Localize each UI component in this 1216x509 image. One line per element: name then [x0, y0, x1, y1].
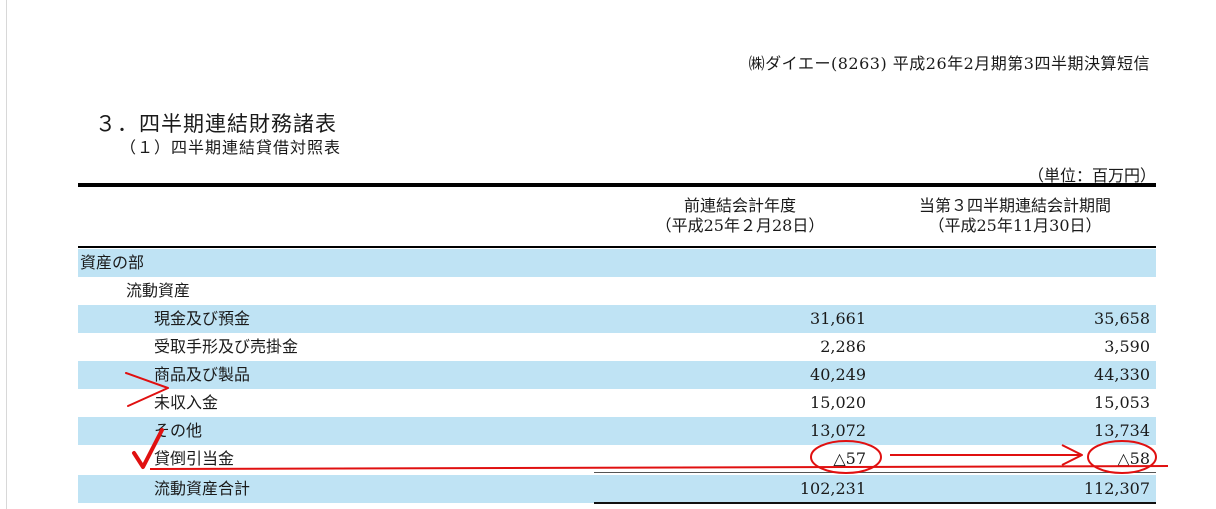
row-value-previous: 31,661	[810, 309, 866, 328]
row-value-previous: 40,249	[810, 365, 866, 384]
table-row: 未収入金 15,020 15,053	[78, 389, 1156, 417]
section-subtitle: （１）四半期連結貸借対照表	[120, 138, 342, 157]
column-header-previous-title: 前連結会計年度	[683, 196, 796, 215]
table-row: 受取手形及び売掛金 2,286 3,590	[78, 333, 1156, 361]
table-row: その他 13,072 13,734	[78, 417, 1156, 445]
row-label: 商品及び製品	[154, 365, 251, 384]
row-value-current: 13,734	[1094, 421, 1150, 440]
row-label: 流動資産	[126, 281, 191, 300]
row-value-previous: △57	[833, 449, 866, 468]
row-label: 流動資産合計	[154, 479, 251, 498]
page-edge-line	[6, 0, 7, 509]
row-value-current: 44,330	[1094, 365, 1150, 384]
row-value-previous: 2,286	[820, 337, 866, 356]
row-value-current: 35,658	[1094, 309, 1150, 328]
row-value-current: 112,307	[1083, 479, 1150, 498]
row-value-current: 3,590	[1104, 337, 1150, 356]
column-header-current: 当第３四半期連結会計期間 （平成25年11月30日）	[870, 196, 1160, 236]
row-label: 資産の部	[80, 253, 145, 272]
row-value-previous: 15,020	[810, 393, 866, 412]
row-value-previous: 13,072	[810, 421, 866, 440]
row-value-current: 15,053	[1094, 393, 1150, 412]
column-header-previous-date: （平成25年２月28日）	[655, 216, 825, 235]
table-top-rule	[78, 183, 1156, 187]
row-label: 未収入金	[154, 393, 219, 412]
row-label: 現金及び預金	[154, 309, 251, 328]
table-row: 資産の部	[78, 249, 1156, 277]
table-row: 商品及び製品 40,249 44,330	[78, 361, 1156, 389]
row-label: 貸倒引当金	[154, 449, 235, 468]
document-header: ㈱ダイエー(8263) 平成26年2月期第3四半期決算短信	[748, 54, 1150, 73]
table-row: 現金及び預金 31,661 35,658	[78, 305, 1156, 333]
row-label: その他	[154, 421, 203, 440]
table-row: 流動資産	[78, 277, 1156, 305]
table-row: 流動資産合計 102,231 112,307	[78, 475, 1156, 503]
row-value-current: △58	[1117, 449, 1150, 468]
table-row: 貸倒引当金 △57 △58	[78, 445, 1156, 473]
column-header-previous: 前連結会計年度 （平成25年２月28日）	[620, 196, 860, 236]
row-value-previous: 102,231	[799, 479, 866, 498]
row-label: 受取手形及び売掛金	[154, 337, 299, 356]
subtotal-rule	[594, 472, 1156, 473]
header-bottom-rule	[78, 246, 1156, 248]
column-header-current-date: （平成25年11月30日）	[928, 216, 1102, 235]
column-header-current-title: 当第３四半期連結会計期間	[918, 196, 1111, 215]
total-bottom-rule	[594, 502, 1156, 504]
